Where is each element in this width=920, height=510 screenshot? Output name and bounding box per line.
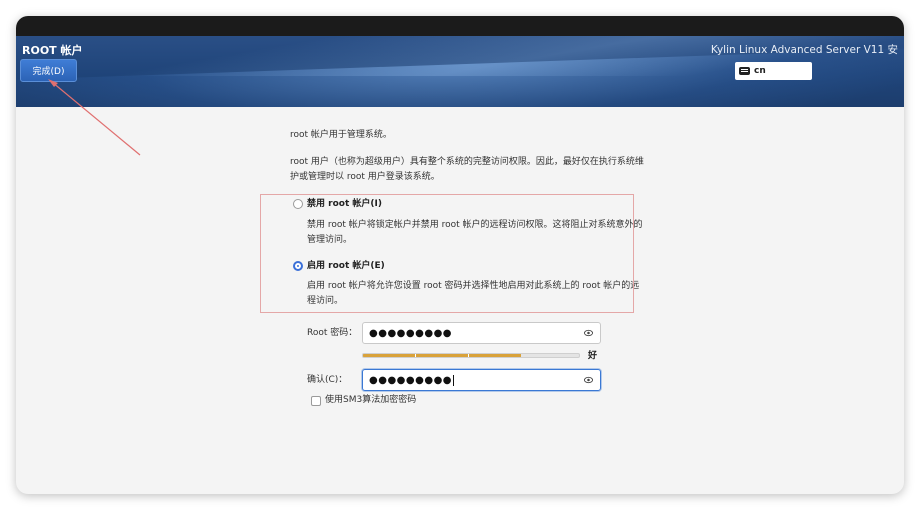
- page-title: ROOT 帐户: [22, 44, 83, 57]
- description-line-1: root 用户（也称为超级用户）具有整个系统的完整访问权限。因此，最好仅在执行系…: [290, 157, 644, 167]
- text-cursor: [453, 374, 455, 386]
- sm3-checkbox[interactable]: [311, 396, 321, 406]
- confirm-password-value: ●●●●●●●●●: [369, 374, 453, 386]
- password-strength-label: 好: [588, 351, 598, 361]
- root-password-field[interactable]: ●●●●●●●●●: [362, 322, 601, 344]
- sm3-checkbox-label[interactable]: 使用SM3算法加密密码: [325, 393, 416, 408]
- password-strength-bar: [362, 353, 580, 358]
- root-password-value: ●●●●●●●●●: [369, 327, 453, 339]
- keyboard-layout-label: cn: [754, 66, 766, 76]
- done-button[interactable]: 完成(D): [20, 59, 77, 82]
- header-bar: ROOT 帐户 完成(D) Kylin Linux Advanced Serve…: [16, 36, 904, 107]
- top-bar: [16, 16, 904, 36]
- confirm-password-field[interactable]: ●●●●●●●●●: [362, 369, 601, 391]
- show-confirm-icon[interactable]: [584, 376, 593, 384]
- intro-text: root 帐户用于管理系统。: [290, 130, 392, 140]
- password-strength-fill: [363, 354, 521, 357]
- annotation-highlight-box: [260, 194, 634, 313]
- keyboard-layout-indicator[interactable]: cn: [735, 62, 812, 80]
- keyboard-icon: [739, 67, 750, 75]
- confirm-password-label: 确认(C)：: [307, 375, 348, 385]
- show-password-icon[interactable]: [584, 329, 593, 337]
- root-password-label: Root 密码：: [307, 328, 358, 338]
- product-name: Kylin Linux Advanced Server V11 安: [710, 44, 898, 56]
- description-line-2: 护或管理时以 root 用户登录该系统。: [290, 172, 440, 182]
